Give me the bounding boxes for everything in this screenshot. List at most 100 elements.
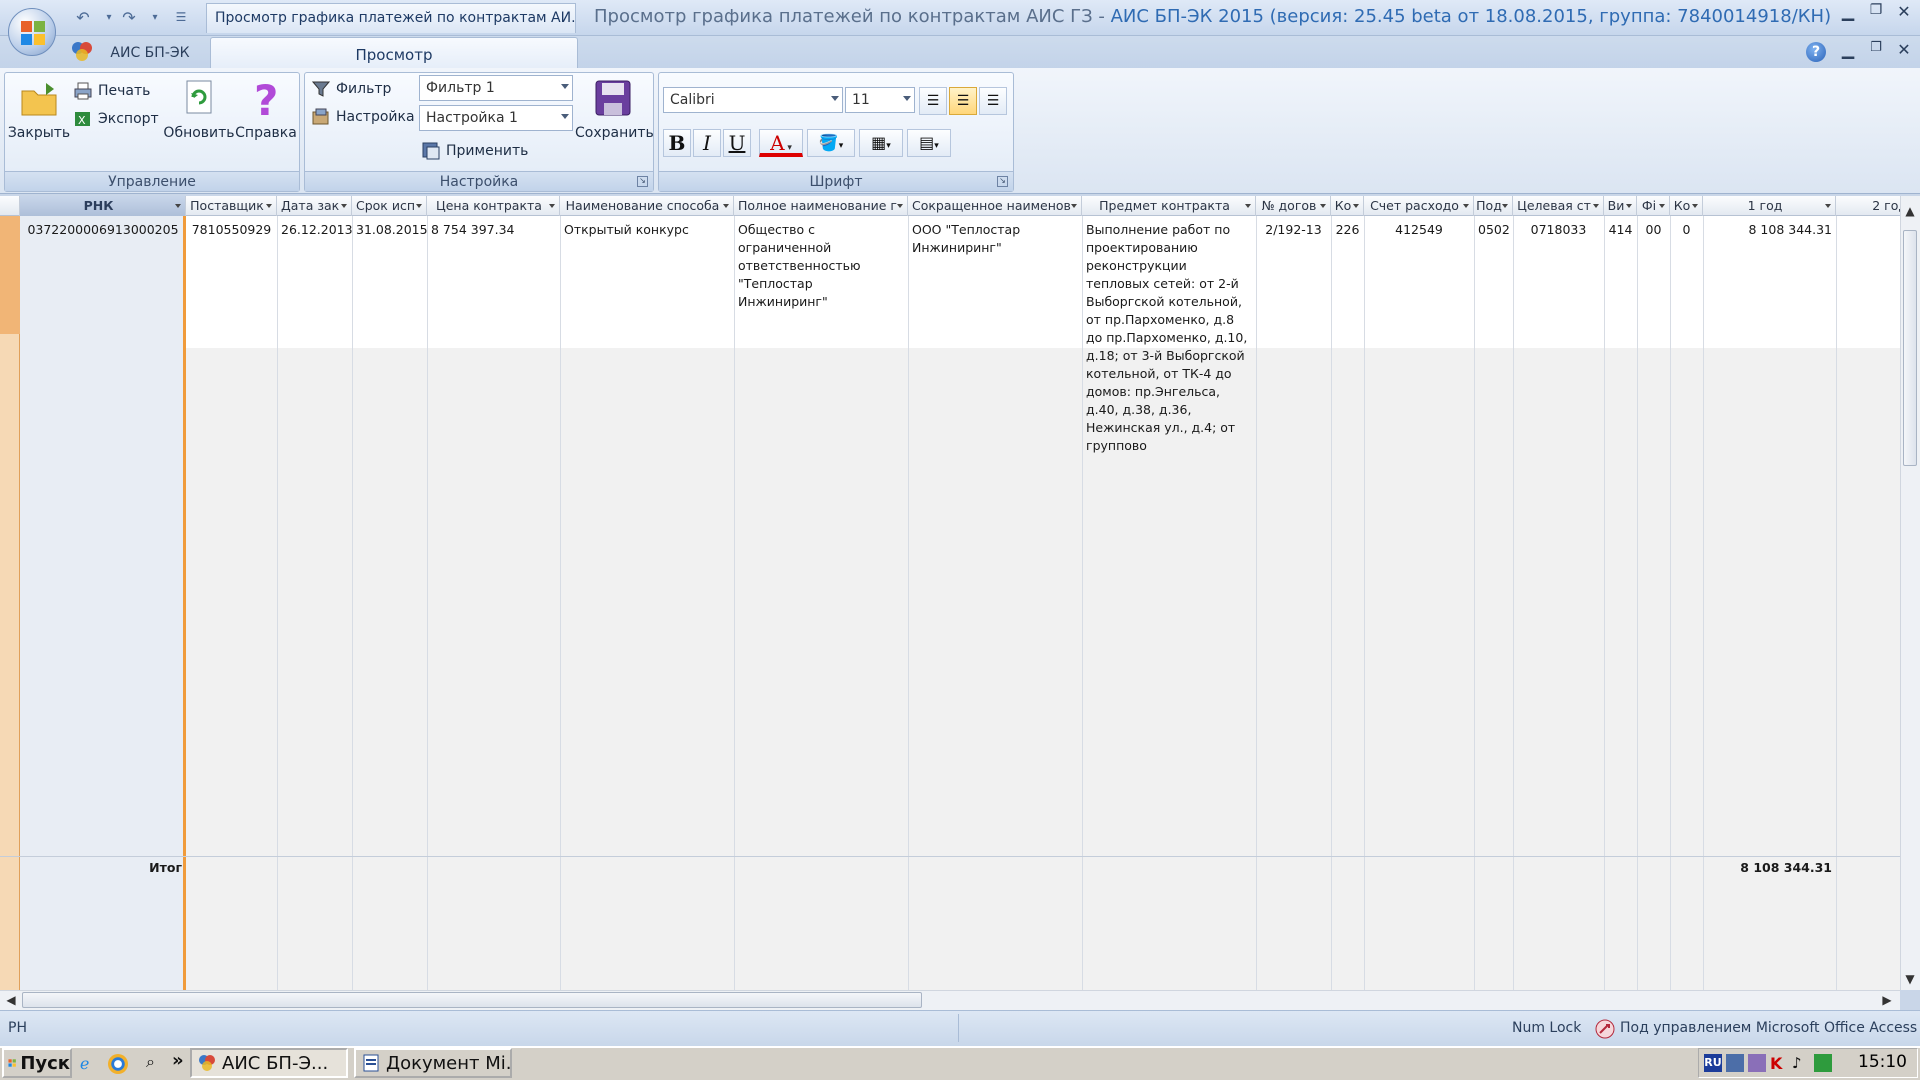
help-button[interactable]: ? Справка bbox=[233, 76, 299, 141]
app-minimize-icon[interactable]: ▁ bbox=[1836, 2, 1860, 26]
refresh-button[interactable]: Обновить bbox=[163, 77, 235, 141]
record-selector[interactable] bbox=[0, 216, 20, 334]
cell-subject[interactable]: Выполнение работ по проектированию рекон… bbox=[1082, 220, 1256, 456]
network-icon[interactable] bbox=[1726, 1054, 1744, 1072]
cell-ko[interactable]: 226 bbox=[1331, 220, 1364, 240]
chevron-down-icon[interactable] bbox=[416, 204, 422, 208]
alternate-row-color-button[interactable]: ▤▾ bbox=[907, 129, 951, 157]
font-name-select[interactable]: Calibri bbox=[663, 87, 843, 113]
column-header-full-name[interactable]: Полное наименование г bbox=[734, 196, 908, 216]
undo-icon[interactable]: ↶ bbox=[72, 8, 94, 28]
antivirus-icon[interactable]: K bbox=[1770, 1054, 1788, 1073]
tab-view[interactable]: Просмотр bbox=[210, 37, 578, 68]
gridlines-button[interactable]: ▦▾ bbox=[859, 129, 903, 157]
chevron-down-icon[interactable] bbox=[549, 204, 555, 208]
column-header-subject[interactable]: Предмет контракта bbox=[1082, 196, 1256, 216]
chevron-down-icon[interactable] bbox=[1626, 204, 1632, 208]
column-header-ko[interactable]: Ко bbox=[1331, 196, 1364, 216]
cell-rnk[interactable]: 0372200006913000205 bbox=[20, 220, 186, 240]
scroll-down-icon[interactable]: ▼ bbox=[1901, 972, 1919, 986]
ie-icon[interactable]: ℯ bbox=[80, 1054, 100, 1074]
volume-icon[interactable]: ♪ bbox=[1792, 1054, 1810, 1072]
undo-dropdown-icon[interactable]: ▾ bbox=[98, 12, 120, 32]
bold-button[interactable]: B bbox=[663, 129, 691, 157]
cell-full-name[interactable]: Общество с ограниченной ответственностью… bbox=[734, 220, 908, 312]
cell-contract-no[interactable]: 2/192-13 bbox=[1256, 220, 1331, 240]
customize-toolbar-icon[interactable]: ☰ bbox=[170, 10, 192, 30]
chevron-down-icon[interactable] bbox=[1463, 204, 1469, 208]
tray-monitor-icon[interactable] bbox=[1814, 1054, 1832, 1072]
quicklaunch-more-icon[interactable]: » bbox=[172, 1050, 184, 1071]
chevron-down-icon[interactable] bbox=[1353, 204, 1359, 208]
quicklaunch-icon[interactable]: ⌕ bbox=[146, 1052, 155, 1072]
select-all-corner[interactable] bbox=[0, 196, 20, 216]
app-restore-icon[interactable]: ❐ bbox=[1864, 2, 1888, 26]
column-header-supplier[interactable]: Поставщик bbox=[186, 196, 277, 216]
cell-supplier[interactable]: 7810550929 bbox=[186, 220, 277, 240]
chevron-down-icon[interactable] bbox=[1071, 204, 1077, 208]
save-button[interactable]: Сохранить bbox=[575, 77, 654, 141]
horizontal-scroll-thumb[interactable] bbox=[22, 992, 922, 1008]
setup-button[interactable]: Настройка bbox=[311, 105, 415, 129]
close-button[interactable]: Закрыть bbox=[7, 77, 71, 141]
column-header-ko2[interactable]: Ко bbox=[1670, 196, 1703, 216]
column-header-date[interactable]: Дата зак bbox=[277, 196, 352, 216]
chevron-down-icon[interactable] bbox=[1245, 204, 1251, 208]
column-header-year1[interactable]: 1 год bbox=[1703, 196, 1836, 216]
taskbar-document-window[interactable]: Документ Mi... bbox=[354, 1048, 512, 1078]
cell-price[interactable]: 8 754 397.34 bbox=[427, 220, 560, 240]
doc-restore-icon[interactable]: ❐ bbox=[1864, 40, 1888, 64]
group-font-launcher-icon[interactable]: ↘ bbox=[997, 176, 1008, 187]
chevron-down-icon[interactable] bbox=[723, 204, 729, 208]
cell-fi[interactable]: 00 bbox=[1637, 220, 1670, 240]
office-button[interactable] bbox=[8, 8, 56, 56]
document-tab[interactable]: Просмотр графика платежей по контрактам … bbox=[206, 3, 576, 33]
column-header-price[interactable]: Цена контракта bbox=[427, 196, 560, 216]
doc-minimize-icon[interactable]: ▁ bbox=[1836, 40, 1860, 64]
chevron-down-icon[interactable] bbox=[341, 204, 347, 208]
font-color-button[interactable]: A ▾ bbox=[759, 129, 803, 157]
column-header-vi[interactable]: Ви bbox=[1604, 196, 1637, 216]
fill-color-button[interactable]: 🪣▾ bbox=[807, 129, 855, 157]
align-left-button[interactable]: ☰ bbox=[919, 87, 947, 115]
setup-select[interactable]: Настройка 1 bbox=[419, 105, 573, 131]
column-header-target[interactable]: Целевая ст bbox=[1513, 196, 1604, 216]
app-close-icon[interactable]: ✕ bbox=[1892, 2, 1916, 26]
cell-term[interactable]: 31.08.2015 bbox=[352, 220, 428, 240]
column-header-sub[interactable]: Под bbox=[1474, 196, 1513, 216]
chrome-icon[interactable] bbox=[108, 1054, 128, 1074]
font-size-select[interactable]: 11 bbox=[845, 87, 915, 113]
chevron-down-icon[interactable] bbox=[1320, 204, 1326, 208]
chevron-down-icon[interactable] bbox=[175, 204, 181, 208]
cell-method[interactable]: Открытый конкурс bbox=[560, 220, 734, 240]
vertical-scroll-thumb[interactable] bbox=[1903, 230, 1917, 466]
apply-button[interactable]: Применить bbox=[421, 139, 528, 163]
chevron-down-icon[interactable] bbox=[266, 204, 272, 208]
chevron-down-icon[interactable] bbox=[897, 204, 903, 208]
column-header-short-name[interactable]: Сокращенное наименов bbox=[908, 196, 1082, 216]
tab-ais[interactable]: АИС БП-ЭК bbox=[100, 42, 200, 66]
chevron-down-icon[interactable] bbox=[1502, 204, 1508, 208]
scroll-up-icon[interactable]: ▲ bbox=[1901, 204, 1919, 218]
align-center-button[interactable]: ☰ bbox=[949, 87, 977, 115]
doc-close-icon[interactable]: ✕ bbox=[1892, 40, 1916, 64]
chevron-down-icon[interactable] bbox=[1659, 204, 1665, 208]
help-icon[interactable]: ? bbox=[1806, 42, 1826, 62]
underline-button[interactable]: U bbox=[723, 129, 751, 157]
cell-vi[interactable]: 414 bbox=[1604, 220, 1637, 240]
cell-ko2[interactable]: 0 bbox=[1670, 220, 1703, 240]
filter-button[interactable]: Фильтр bbox=[311, 77, 391, 101]
cell-short-name[interactable]: ООО "Теплостар Инжиниринг" bbox=[908, 220, 1082, 258]
language-indicator[interactable]: RU bbox=[1704, 1054, 1722, 1072]
column-header-fi[interactable]: Фі bbox=[1637, 196, 1670, 216]
column-header-rnk[interactable]: РНК bbox=[20, 196, 186, 216]
column-header-account[interactable]: Счет расходо bbox=[1364, 196, 1474, 216]
column-header-contract-no[interactable]: № догов bbox=[1256, 196, 1331, 216]
print-button[interactable]: Печать bbox=[73, 79, 150, 103]
scroll-left-icon[interactable]: ◀ bbox=[2, 993, 20, 1007]
cell-year1[interactable]: 8 108 344.31 bbox=[1703, 220, 1836, 240]
cell-date[interactable]: 26.12.2013 bbox=[277, 220, 353, 240]
cell-account[interactable]: 412549 bbox=[1364, 220, 1474, 240]
redo-dropdown-icon[interactable]: ▾ bbox=[144, 12, 166, 32]
chevron-down-icon[interactable] bbox=[1825, 204, 1831, 208]
